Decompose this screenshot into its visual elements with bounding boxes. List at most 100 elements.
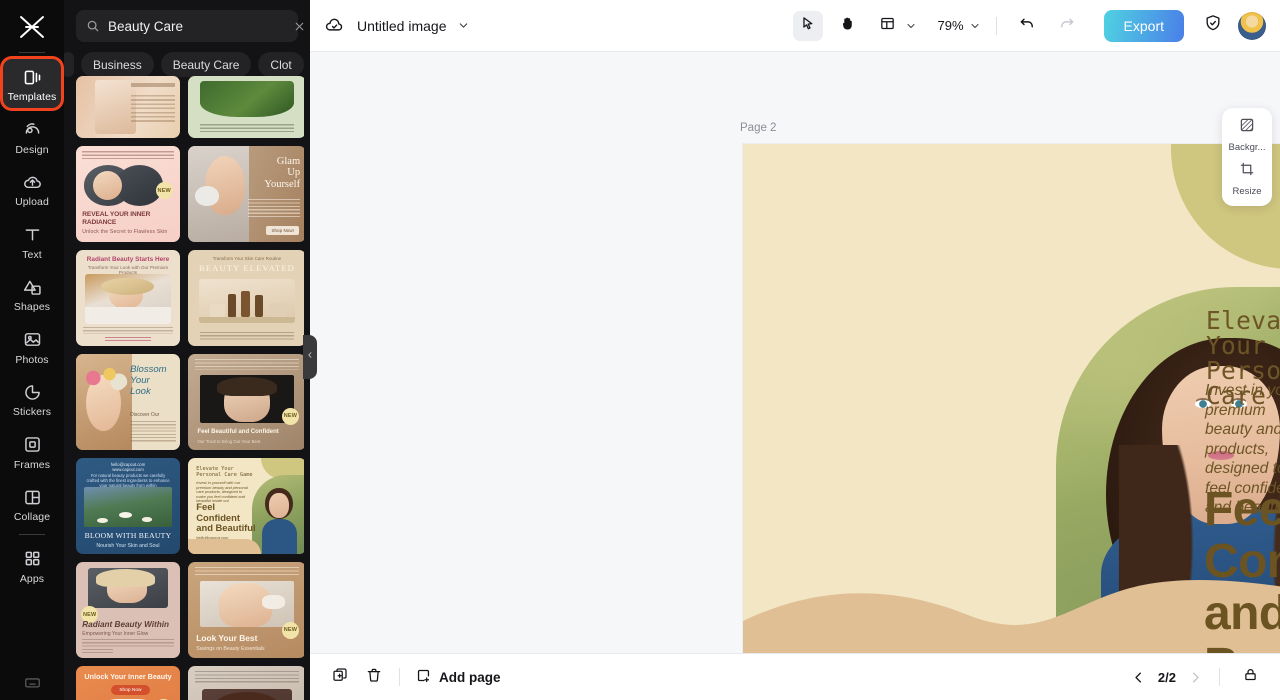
tan-wave-shape [743,579,1280,653]
sidebar-item-text[interactable]: Text [3,217,61,266]
duplicate-page-icon [331,666,349,689]
cloud-saved-icon[interactable] [324,15,345,36]
zoom-control[interactable]: 79% [935,18,981,33]
sidebar-item-label: Stickers [12,406,52,418]
template-card[interactable]: NEW Radiant Beauty Within Empowering You… [76,562,180,658]
keyboard-shortcuts-button[interactable] [3,664,61,698]
chevron-down-icon[interactable] [457,19,470,32]
template-card[interactable]: NEW Feel Beautiful and Confident Our Tru… [188,354,304,450]
main-area: Untitled image 79% Export Page 2 Eleva Y… [310,0,1280,700]
prev-page-button[interactable] [1131,670,1146,685]
sidebar-item-apps[interactable]: Apps [3,541,61,590]
sidebar-item-label: Templates [7,91,57,103]
document-title[interactable]: Untitled image [357,18,447,34]
chip-partial[interactable] [64,52,74,77]
template-card[interactable]: NEW REVEAL YOUR INNER RADIANCE Unlock the… [76,146,180,242]
zoom-level: 79% [937,18,964,33]
sidebar-item-collage[interactable]: Collage [3,479,61,528]
canvas-area[interactable]: Page 2 Elevate YourPersona [310,52,1280,653]
template-grid: NEW REVEAL YOUR INNER RADIANCE Unlock the… [76,76,304,700]
keyboard-icon [21,671,43,693]
search-box[interactable] [76,10,304,42]
new-badge: NEW [281,407,299,425]
new-badge: NEW [281,621,299,639]
chevron-left-icon [306,348,314,366]
close-icon[interactable] [293,20,306,33]
chevron-down-icon[interactable] [969,20,981,32]
sidebar-item-shapes[interactable]: Shapes [3,269,61,318]
category-chips: Business Beauty Care Clot [64,42,304,77]
add-page-button[interactable]: Add page [411,667,505,687]
chip-clothing[interactable]: Clot [258,52,304,77]
layout-tool[interactable] [873,11,917,41]
search-icon [86,19,100,33]
sidebar-item-stickers[interactable]: Stickers [3,374,61,423]
sidebar-item-photos[interactable]: Photos [3,322,61,371]
add-page-label: Add page [439,669,501,685]
chip-beauty-care[interactable]: Beauty Care [160,52,252,77]
sidebar-item-label: Text [22,248,42,261]
upload-cloud-icon [21,171,43,193]
collage-icon [21,486,43,508]
template-card[interactable]: Glam Up Yourself Shop Now! [188,146,304,242]
stickers-icon [21,381,43,403]
search-input[interactable] [108,18,285,34]
sidebar-item-templates[interactable]: Templates [3,59,61,108]
rail-divider-2 [19,533,45,535]
sidebar-item-upload[interactable]: Upload [3,164,61,213]
panel-collapse-handle[interactable] [303,335,317,379]
sidebar-item-design[interactable]: Design [3,112,61,161]
template-card[interactable]: Blossom Your Look Discover Our [76,354,180,450]
lock-button[interactable] [1236,663,1264,691]
canvas-big-heading[interactable]: FeelConfidentand Beautiful [1204,484,1280,654]
template-card[interactable]: Elevate Your Personal Care Game Invest in… [188,458,304,554]
capcut-editor: Templates Design Upload Text Shapes Phot… [0,0,1280,700]
export-button[interactable]: Export [1103,9,1184,42]
left-icon-rail: Templates Design Upload Text Shapes Phot… [0,0,64,700]
resize-icon [1238,160,1256,183]
design-page[interactable]: Elevate YourPersonal Care Game Invest in… [743,144,1280,653]
sidebar-item-label: Frames [13,458,51,471]
lock-icon [1242,666,1259,688]
apps-grid-icon [21,548,43,570]
background-button[interactable]: Backgr... [1222,116,1272,153]
page-indicator: 2/2 [1157,669,1176,685]
template-card[interactable]: NEW [188,666,304,700]
template-card[interactable]: NEW Look Your Best Savings on Beauty Ess… [188,562,304,658]
cursor-arrow-icon [799,15,816,37]
sidebar-item-label: Collage [13,511,51,523]
shield-button[interactable] [1198,11,1228,41]
chevron-down-icon[interactable] [905,20,917,32]
duplicate-page-button[interactable] [326,663,354,691]
resize-label: Resize [1232,186,1262,197]
shapes-icon [21,276,43,298]
undo-button[interactable] [1012,11,1042,41]
resize-button[interactable]: Resize [1222,160,1272,197]
template-card[interactable]: Radiant Beauty Starts Here Transform You… [76,250,180,346]
template-card[interactable]: Unlock Your Inner Beauty Shop Now NEW [76,666,180,700]
next-page-button[interactable] [1188,670,1203,685]
sidebar-item-frames[interactable]: Frames [3,427,61,476]
chip-business[interactable]: Business [81,52,154,77]
layout-button[interactable] [873,11,903,41]
search-section: Business Beauty Care Clot [64,0,310,77]
sidebar-item-label: Shapes [13,301,51,313]
add-square-icon [415,667,432,687]
template-card[interactable]: Transform Your Skin Care Routine BEAUTY … [188,250,304,346]
delete-page-button[interactable] [360,663,388,691]
text-icon [21,224,43,246]
redo-button[interactable] [1052,11,1082,41]
canvas-side-panel: Backgr... Resize [1222,108,1272,206]
user-avatar[interactable] [1238,11,1266,40]
template-card[interactable] [76,76,180,138]
sidebar-item-label: Upload [15,196,49,208]
template-card[interactable]: hello@capcut.com www.capcut.com For natur… [76,458,180,554]
hand-tool[interactable] [833,11,863,41]
select-tool[interactable] [792,10,823,41]
photos-icon [21,329,43,351]
capcut-logo-icon[interactable] [15,12,49,42]
templates-icon [21,66,43,88]
new-badge: NEW [155,182,173,200]
background-label: Backgr... [1228,142,1266,153]
template-card[interactable] [188,76,304,138]
